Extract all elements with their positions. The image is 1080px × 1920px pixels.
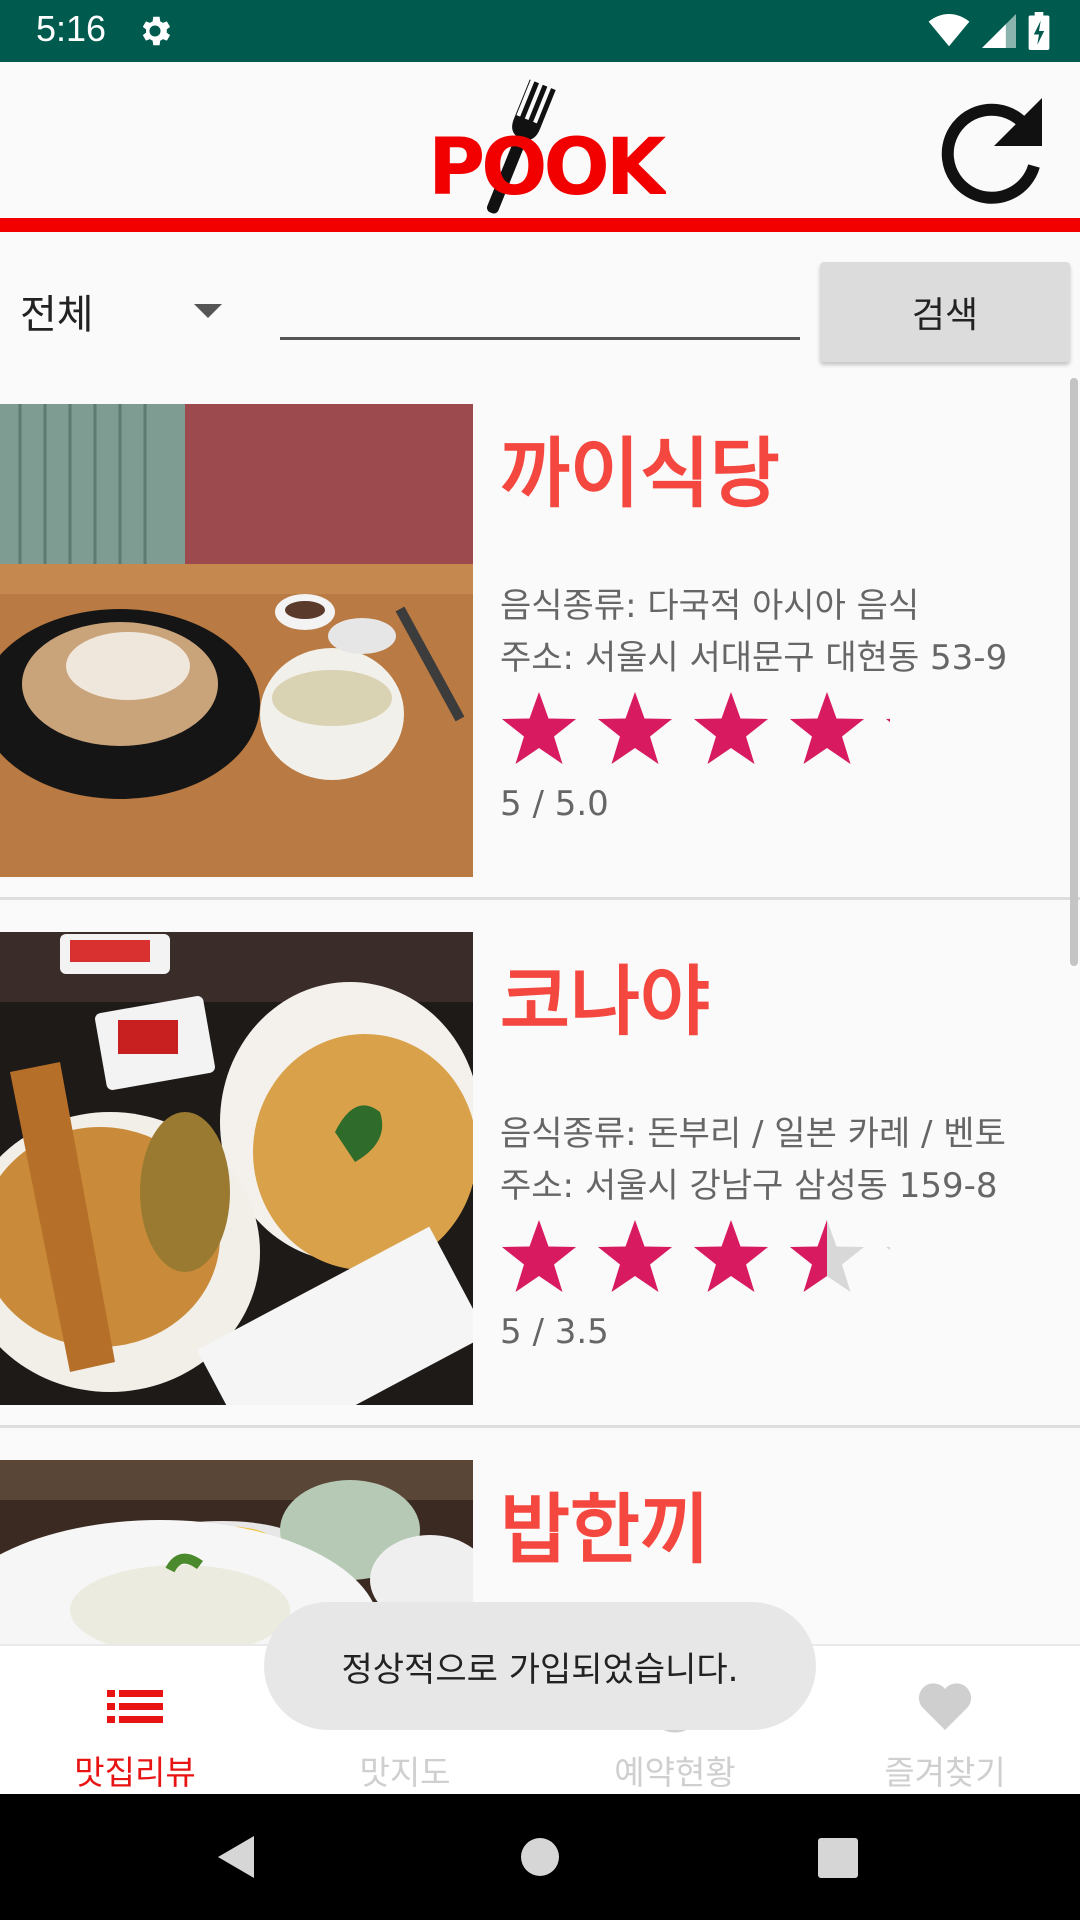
star-filled-icon xyxy=(790,692,864,764)
restaurant-name: 코나야 xyxy=(500,957,710,1046)
heart-icon xyxy=(918,1683,972,1730)
star-filled-icon xyxy=(694,692,768,764)
star-half-icon xyxy=(790,1220,864,1292)
list-item[interactable]: 코나야 음식종류: 돈부리 / 일본 카레 / 벤토 주소: 서울시 강남구 삼… xyxy=(0,900,1080,1428)
search-input[interactable] xyxy=(280,276,800,340)
restaurant-name: 까이식당 xyxy=(500,429,780,518)
logo-text: POOK xyxy=(428,123,666,213)
rating-stars xyxy=(502,692,960,764)
restaurant-food-type: 음식종류: 다국적 아시아 음식 xyxy=(500,586,920,626)
gear-icon xyxy=(142,16,171,46)
star-filled-icon xyxy=(598,692,672,764)
restaurant-food-type: 음식종류: 돈부리 / 일본 카레 / 벤토 xyxy=(500,1114,1006,1154)
refresh-icon[interactable] xyxy=(934,88,1054,208)
nav-label: 예약현황 xyxy=(614,1753,736,1792)
rating-text: 5 / 3.5 xyxy=(500,1312,609,1352)
toast-message: 정상적으로 가입되었습니다. xyxy=(264,1602,816,1730)
star-filled-icon xyxy=(694,1220,768,1292)
star-filled-icon xyxy=(502,1220,576,1292)
restaurant-address: 주소: 서울시 강남구 삼성동 159-8 xyxy=(500,1166,998,1206)
status-time: 5:16 xyxy=(36,8,107,49)
list-icon xyxy=(107,1690,163,1723)
restaurant-name: 밥한끼 xyxy=(500,1485,710,1574)
restaurant-list[interactable]: 까이식당 음식종류: 다국적 아시아 음식 주소: 서울시 서대문구 대현동 5… xyxy=(0,372,1080,1644)
toast-text: 정상적으로 가입되었습니다. xyxy=(341,1649,739,1690)
home-icon[interactable] xyxy=(520,1837,560,1877)
nav-label: 즐겨찾기 xyxy=(884,1753,1006,1792)
search-bar: 전체 검색 xyxy=(0,232,1080,372)
system-navigation-bar xyxy=(0,1794,1080,1920)
battery-charging-icon xyxy=(1028,12,1050,50)
app-header: POOK xyxy=(0,62,1080,232)
rating-text: 5 / 5.0 xyxy=(500,784,609,824)
header-accent-line xyxy=(0,218,1080,232)
search-button[interactable]: 검색 xyxy=(820,262,1070,362)
restaurant-photo xyxy=(0,932,473,1405)
status-bar: 5:16 xyxy=(0,0,1080,62)
app-logo[interactable]: POOK xyxy=(426,72,666,220)
nav-label: 맛지도 xyxy=(359,1753,451,1792)
star-filled-icon xyxy=(502,692,576,764)
back-icon[interactable] xyxy=(214,1834,260,1880)
restaurant-address: 주소: 서울시 서대문구 대현동 53-9 xyxy=(500,638,1008,678)
rating-bar xyxy=(500,1212,960,1302)
nav-item-favorites[interactable]: 즐겨찾기 xyxy=(810,1646,1080,1796)
star-filled-icon xyxy=(886,692,960,764)
star-empty-icon xyxy=(886,1220,960,1292)
list-scrollbar[interactable] xyxy=(1070,378,1078,966)
star-filled-icon xyxy=(598,1220,672,1292)
nav-label: 맛집리뷰 xyxy=(74,1753,196,1792)
restaurant-photo xyxy=(0,404,473,877)
category-dropdown[interactable]: 전체 xyxy=(20,282,230,342)
rating-stars xyxy=(502,1220,960,1292)
status-icons xyxy=(928,12,1050,50)
signal-icon xyxy=(982,14,1016,48)
rating-bar xyxy=(500,684,960,774)
wifi-icon xyxy=(928,14,970,47)
list-item[interactable]: 까이식당 음식종류: 다국적 아시아 음식 주소: 서울시 서대문구 대현동 5… xyxy=(0,372,1080,900)
recents-icon[interactable] xyxy=(818,1838,858,1878)
category-selected: 전체 xyxy=(20,292,94,338)
chevron-down-icon xyxy=(194,304,222,318)
nav-item-reviews[interactable]: 맛집리뷰 xyxy=(0,1646,270,1796)
